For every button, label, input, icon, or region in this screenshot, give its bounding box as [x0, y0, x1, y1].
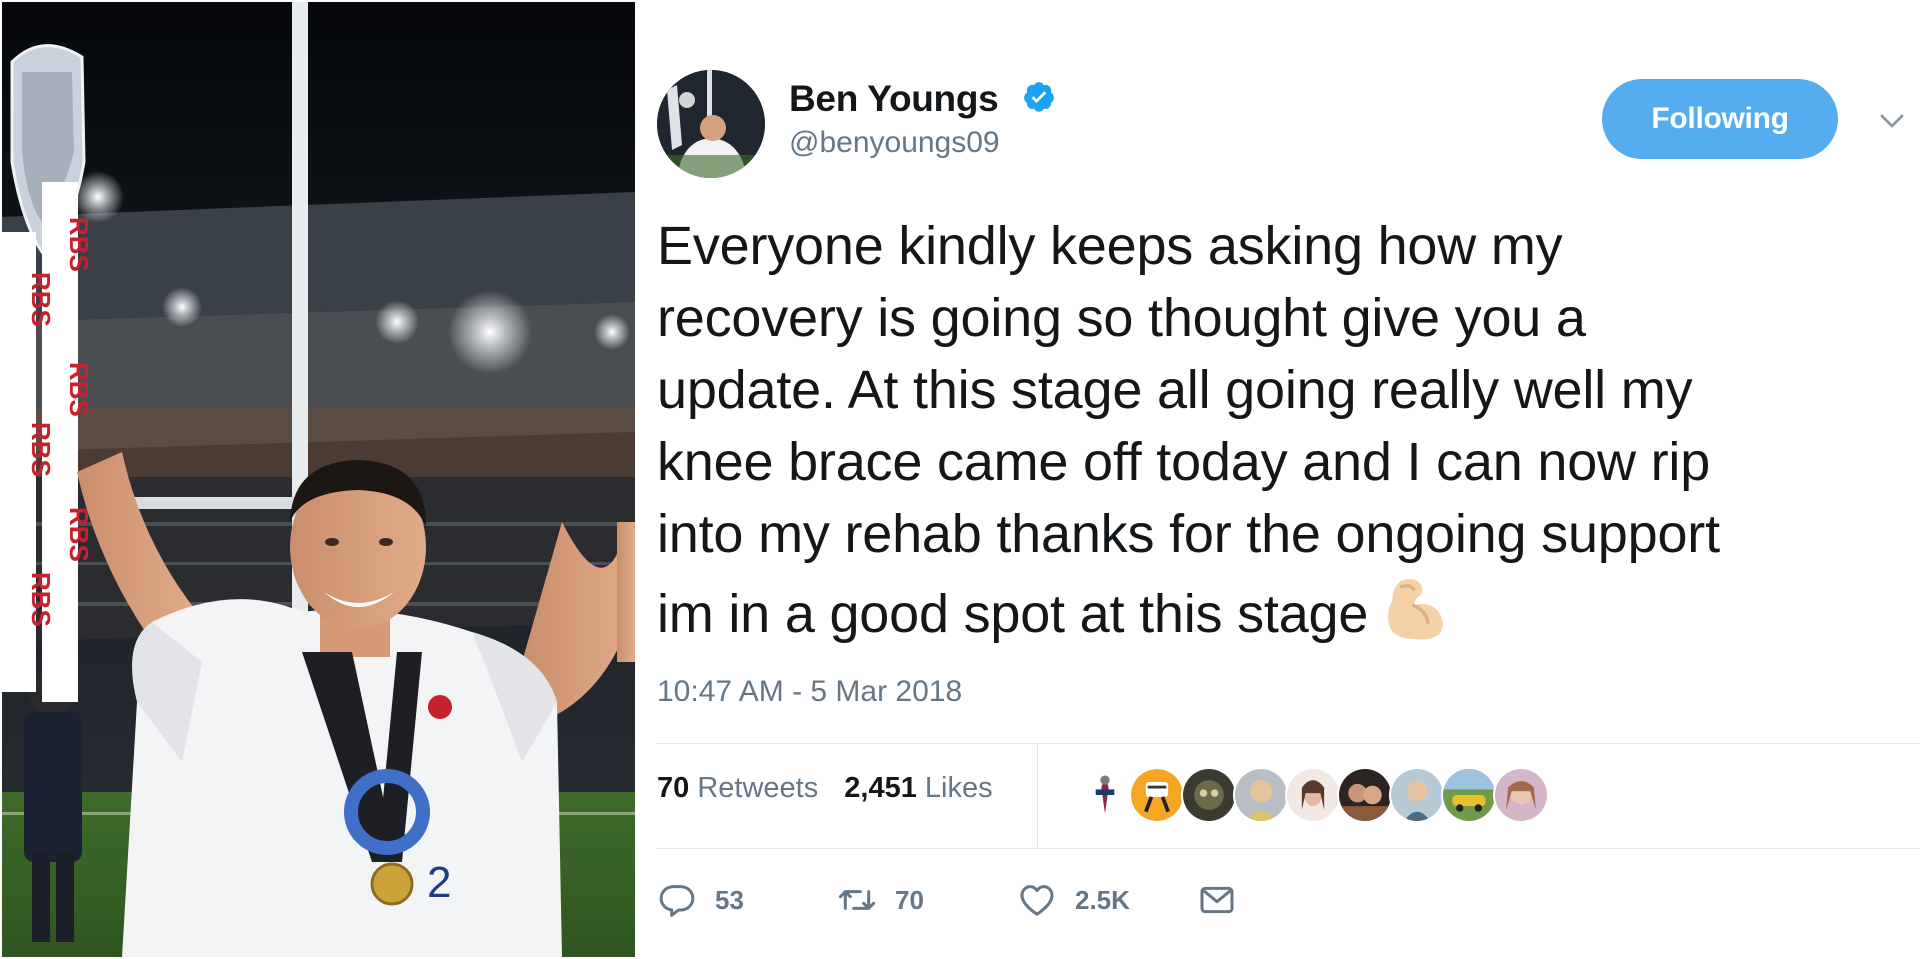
direct-message-button[interactable] [1197, 876, 1255, 924]
author-name[interactable]: Ben Youngs [789, 78, 999, 120]
tweet-card: Ben Youngs @benyoungs09 Following Everyo… [657, 0, 1920, 959]
heart-icon [1020, 885, 1054, 916]
reply-button[interactable]: 53 [657, 876, 744, 924]
tweet-text-line: Everyone kindly keeps asking how my [657, 216, 1563, 276]
tweet-text-line: into my rehab thanks for the ongoing sup… [657, 504, 1720, 564]
liker-avatar[interactable] [1337, 767, 1393, 823]
divider [657, 743, 1920, 744]
liker-avatar[interactable] [1389, 767, 1445, 823]
retweets-stat[interactable]: 70 Retweets [657, 772, 818, 805]
like-count: 2.5K [1075, 884, 1130, 915]
author-avatar[interactable] [657, 70, 765, 178]
verified-badge-icon [1024, 82, 1054, 112]
retweet-icon [838, 890, 876, 910]
divider [657, 848, 1920, 849]
liker-avatar[interactable] [1441, 767, 1497, 823]
reply-count: 53 [715, 884, 744, 915]
author-handle[interactable]: @benyoungs09 [789, 126, 1000, 160]
banner-text: RBS [64, 217, 94, 272]
tweet-text-line: recovery is going so thought give you a [657, 288, 1586, 348]
tweet-stats: 70 Retweets 2,451 Likes [657, 772, 1011, 805]
likes-label: Likes [924, 772, 993, 804]
reply-icon [659, 885, 695, 917]
shirt-number: 2 [427, 858, 451, 907]
retweets-label: Retweets [697, 772, 819, 804]
svg-text:RBS: RBS [26, 572, 56, 627]
rugby-trophy-celebration-photo: RBS RBS RBS RBS RBS RBS 2 [2, 2, 635, 957]
liker-avatar[interactable] [1129, 767, 1185, 823]
liker-avatar[interactable] [1285, 767, 1341, 823]
like-button[interactable]: 2.5K [1017, 876, 1130, 924]
likes-count: 2,451 [844, 772, 917, 804]
tweet-text-line: update. At this stage all going really w… [657, 360, 1693, 420]
svg-text:RBS: RBS [64, 362, 94, 417]
retweet-button[interactable]: 70 [837, 876, 924, 924]
likes-stat[interactable]: 2,451 Likes [844, 772, 992, 805]
liker-avatar[interactable] [1077, 767, 1133, 823]
envelope-icon [1200, 886, 1234, 914]
svg-text:RBS: RBS [26, 272, 56, 327]
tweet-text: Everyone kindly keeps asking how my reco… [657, 210, 1920, 650]
retweets-count: 70 [657, 772, 690, 804]
flexed-biceps-emoji [1388, 578, 1444, 640]
liker-avatar[interactable] [1233, 767, 1289, 823]
tweet-timestamp[interactable]: 10:47 AM - 5 Mar 2018 [657, 675, 962, 709]
svg-text:RBS: RBS [26, 422, 56, 477]
tweet-actions: 53 70 2.5K [657, 876, 1357, 924]
stats-divider [1037, 743, 1038, 848]
liker-avatar[interactable] [1181, 767, 1237, 823]
tweet-text-line: im in a good spot at this stage [657, 584, 1369, 644]
tweet-text-line: knee brace came off today and I can now … [657, 432, 1711, 492]
retweet-count: 70 [895, 884, 924, 915]
chevron-down-icon[interactable] [1877, 106, 1907, 136]
tweet-photo[interactable]: RBS RBS RBS RBS RBS RBS 2 [2, 2, 635, 957]
tweet-text-line-last: im in a good spot at this stage [657, 570, 1920, 650]
following-button[interactable]: Following [1602, 79, 1838, 159]
liker-avatar[interactable] [1493, 767, 1549, 823]
